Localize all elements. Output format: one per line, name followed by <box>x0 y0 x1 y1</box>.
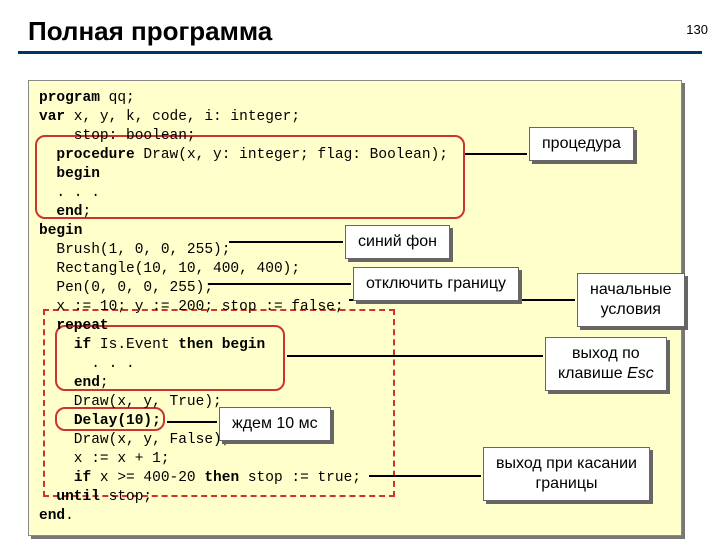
callout-disable-border: отключить границу <box>353 267 519 301</box>
callout-blue-bg-text: синий фон <box>358 233 437 250</box>
conn-blue-bg <box>229 241 343 243</box>
callout-wait: ждем 10 мс <box>219 407 331 441</box>
callout-blue-bg: синий фон <box>345 225 450 259</box>
callout-disable-border-text: отключить границу <box>366 275 506 292</box>
conn-disable-border <box>209 283 351 285</box>
callout-esc-l2b: Esc <box>627 365 654 382</box>
callout-procedure-text: процедура <box>542 135 621 152</box>
callout-esc: выход по клавише Esc <box>545 337 667 391</box>
callout-esc-l2a: клавише <box>558 365 627 382</box>
callout-procedure: процедура <box>529 127 634 161</box>
callout-border-l1: выход при касании <box>496 455 637 472</box>
callout-initial-l2: условия <box>601 301 661 318</box>
callout-border-l2: границы <box>535 475 597 492</box>
conn-wait <box>167 421 217 423</box>
callout-wait-text: ждем 10 мс <box>232 415 318 432</box>
conn-esc <box>287 355 543 357</box>
page-title: Полная программа <box>28 16 720 47</box>
conn-procedure <box>465 153 527 155</box>
callout-esc-l1: выход по <box>572 345 640 362</box>
callout-initial: начальные условия <box>577 273 685 327</box>
callout-border-exit: выход при касании границы <box>483 447 650 501</box>
title-rule <box>18 51 702 54</box>
callout-initial-l1: начальные <box>590 281 672 298</box>
page-number: 130 <box>686 22 708 37</box>
conn-border-exit <box>369 475 481 477</box>
code-box: program qq; var x, y, k, code, i: intege… <box>28 80 682 536</box>
